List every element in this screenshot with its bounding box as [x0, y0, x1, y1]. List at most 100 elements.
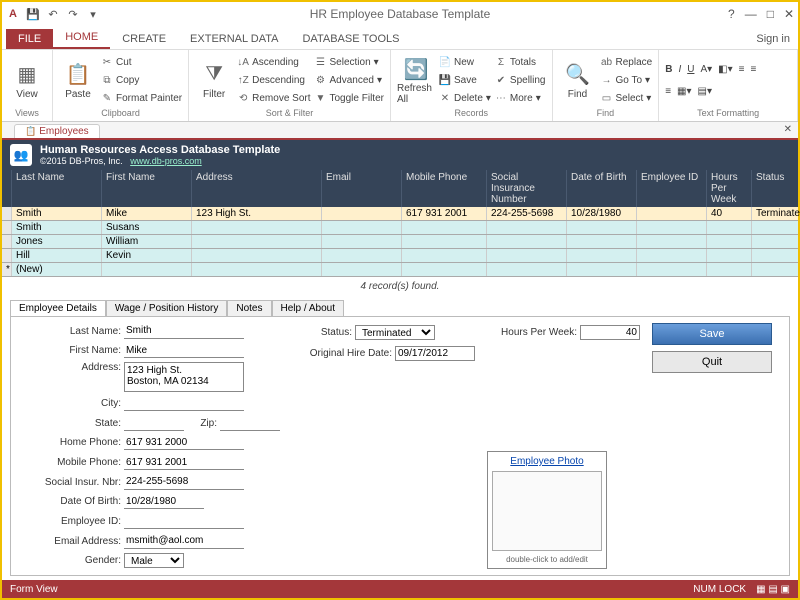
format-painter-button[interactable]: ✎Format Painter	[101, 90, 182, 106]
quit-button[interactable]: Quit	[652, 351, 772, 373]
select-button[interactable]: ▭Select▾	[601, 90, 653, 106]
help-icon[interactable]: ?	[728, 7, 735, 21]
dtab-wage-history[interactable]: Wage / Position History	[106, 300, 228, 316]
tab-database-tools[interactable]: DATABASE TOOLS	[290, 29, 411, 49]
table-cell[interactable]	[567, 249, 637, 262]
table-cell[interactable]	[487, 249, 567, 262]
table-cell[interactable]: Hill	[12, 249, 102, 262]
align-right-button[interactable]: ≡	[665, 83, 671, 99]
table-cell[interactable]	[567, 221, 637, 234]
dtab-help-about[interactable]: Help / About	[272, 300, 344, 316]
table-cell[interactable]	[192, 263, 322, 276]
minimize-icon[interactable]: —	[745, 7, 757, 21]
table-cell[interactable]: Mike	[102, 207, 192, 220]
table-cell[interactable]: Susans	[102, 221, 192, 234]
doctab-employees[interactable]: 📋Employees	[14, 124, 100, 138]
table-cell[interactable]	[2, 221, 12, 234]
photo-frame[interactable]	[492, 471, 602, 551]
table-cell[interactable]	[192, 235, 322, 248]
col-empid[interactable]: Employee ID	[637, 170, 707, 207]
goto-button[interactable]: →Go To▾	[601, 72, 653, 88]
table-cell[interactable]	[752, 249, 800, 262]
save-button[interactable]: Save	[652, 323, 772, 345]
refresh-all-button[interactable]: 🔄Refresh All	[397, 52, 435, 108]
table-cell[interactable]	[402, 263, 487, 276]
italic-button[interactable]: I	[678, 61, 681, 77]
input-dob[interactable]	[124, 494, 204, 509]
input-homephone[interactable]	[124, 435, 244, 450]
remove-sort-button[interactable]: ⟲Remove Sort	[237, 90, 310, 106]
input-email[interactable]	[124, 534, 244, 549]
col-lastname[interactable]: Last Name	[12, 170, 102, 207]
col-dob[interactable]: Date of Birth	[567, 170, 637, 207]
table-cell[interactable]: *	[2, 263, 12, 276]
table-cell[interactable]	[637, 249, 707, 262]
table-cell[interactable]	[707, 263, 752, 276]
input-hiredate[interactable]	[395, 346, 475, 361]
table-cell[interactable]	[637, 263, 707, 276]
advanced-button[interactable]: ⚙Advanced▾	[315, 72, 384, 88]
undo-icon[interactable]: ↶	[46, 7, 60, 21]
select-gender[interactable]: Male	[124, 553, 184, 568]
dtab-notes[interactable]: Notes	[227, 300, 271, 316]
table-cell[interactable]	[402, 221, 487, 234]
table-row[interactable]: JonesWilliam	[2, 235, 798, 249]
table-cell[interactable]	[707, 235, 752, 248]
table-cell[interactable]	[487, 235, 567, 248]
table-cell[interactable]	[322, 207, 402, 220]
find-button[interactable]: 🔍Find	[559, 52, 597, 108]
table-cell[interactable]: (New)	[12, 263, 102, 276]
col-mobile[interactable]: Mobile Phone	[402, 170, 487, 207]
table-cell[interactable]	[752, 221, 800, 234]
alt-row-color-button[interactable]: ▤▾	[698, 83, 712, 99]
delete-button[interactable]: ✕Delete▾	[439, 90, 491, 106]
new-record-button[interactable]: 📄New	[439, 54, 491, 70]
input-hpw[interactable]	[580, 325, 640, 340]
input-mobilephone[interactable]	[124, 455, 244, 470]
cut-button[interactable]: ✂Cut	[101, 54, 182, 70]
table-cell[interactable]	[402, 235, 487, 248]
col-hpw[interactable]: Hours Per Week	[707, 170, 752, 207]
input-state[interactable]	[124, 416, 184, 431]
input-zip[interactable]	[220, 416, 280, 431]
view-button[interactable]: ▦View	[8, 52, 46, 108]
table-cell[interactable]: Kevin	[102, 249, 192, 262]
input-city[interactable]	[124, 396, 244, 411]
table-cell[interactable]: Smith	[12, 207, 102, 220]
more-button[interactable]: ⋯More▾	[495, 90, 546, 106]
align-left-button[interactable]: ≡	[739, 61, 745, 77]
table-cell[interactable]	[192, 249, 322, 262]
tab-file[interactable]: FILE	[6, 29, 53, 49]
replace-button[interactable]: abReplace	[601, 54, 653, 70]
paste-button[interactable]: 📋Paste	[59, 52, 97, 108]
col-firstname[interactable]: First Name	[102, 170, 192, 207]
vendor-url-link[interactable]: www.db-pros.com	[130, 156, 202, 166]
table-cell[interactable]	[2, 207, 12, 220]
qat-dropdown-icon[interactable]: ▾	[86, 7, 100, 21]
bold-button[interactable]: B	[665, 61, 672, 77]
table-cell[interactable]	[2, 249, 12, 262]
save-icon[interactable]: 💾	[26, 7, 40, 21]
table-cell[interactable]	[322, 221, 402, 234]
table-cell[interactable]: Smith	[12, 221, 102, 234]
col-email[interactable]: Email	[322, 170, 402, 207]
table-cell[interactable]	[2, 235, 12, 248]
table-cell[interactable]: William	[102, 235, 192, 248]
align-center-button[interactable]: ≡	[750, 61, 756, 77]
table-row[interactable]: SmithSusans	[2, 221, 798, 235]
table-cell[interactable]	[707, 221, 752, 234]
table-cell[interactable]	[322, 249, 402, 262]
table-cell[interactable]: 617 931 2001	[402, 207, 487, 220]
maximize-icon[interactable]: □	[767, 7, 774, 21]
view-selector-icon[interactable]: ▦ ▤ ▣	[756, 584, 790, 595]
redo-icon[interactable]: ↷	[66, 7, 80, 21]
table-row[interactable]: *(New)	[2, 263, 798, 277]
table-cell[interactable]	[567, 263, 637, 276]
col-status[interactable]: Status	[752, 170, 800, 207]
gridlines-button[interactable]: ▦▾	[677, 83, 691, 99]
font-color-button[interactable]: A▾	[700, 61, 712, 77]
tab-home[interactable]: HOME	[53, 27, 110, 49]
select-status[interactable]: Terminated	[355, 325, 435, 340]
ascending-button[interactable]: ↓AAscending	[237, 54, 310, 70]
table-cell[interactable]	[402, 249, 487, 262]
